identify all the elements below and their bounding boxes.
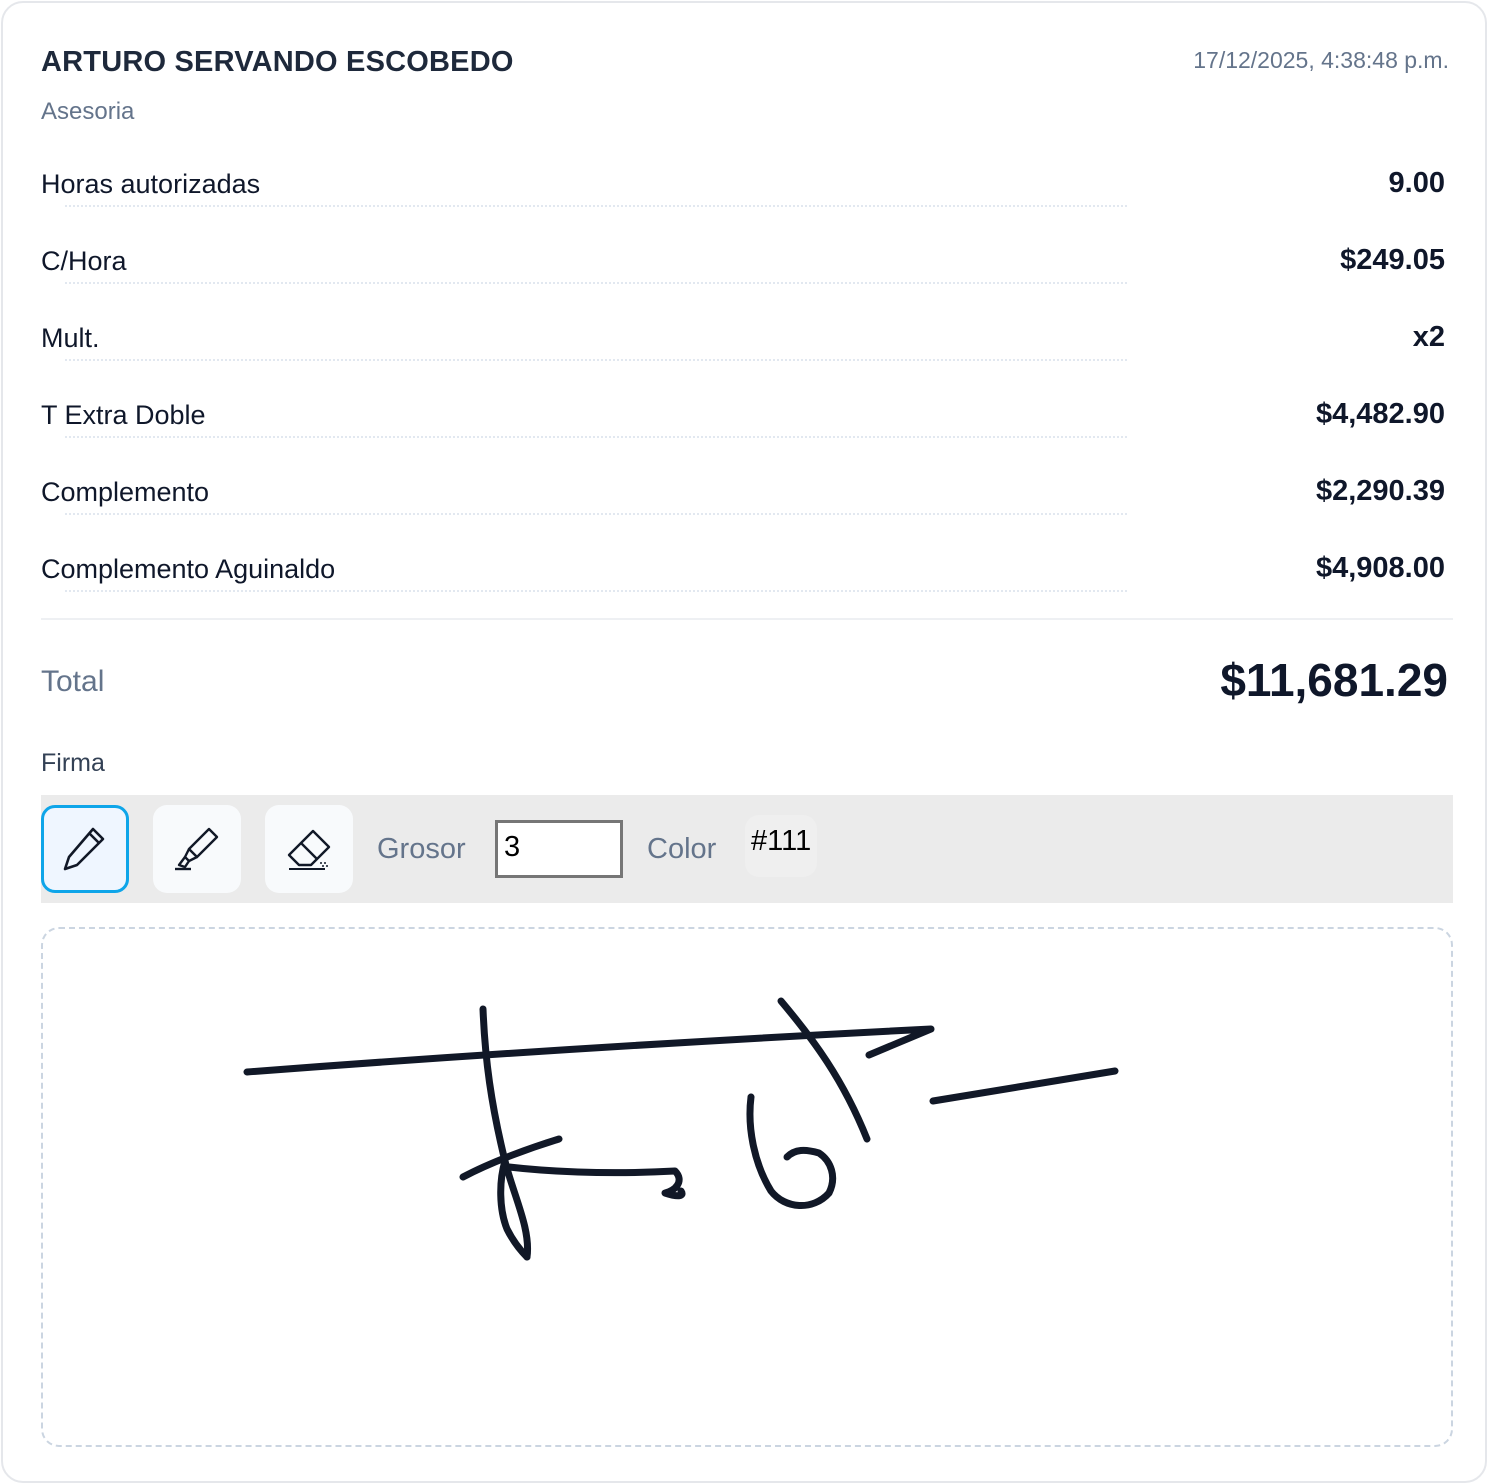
row-label: Horas autorizadas: [41, 169, 261, 199]
grosor-label: Grosor: [377, 833, 466, 865]
detail-row-horas: Horas autorizadas 9.00: [41, 153, 1453, 230]
total-divider: [41, 618, 1453, 620]
detail-row-complemento: Complemento $2,290.39: [41, 461, 1453, 538]
row-label: T Extra Doble: [41, 400, 206, 430]
signature-toolbar: Grosor 3 Color #111: [41, 795, 1453, 903]
row-value: $4,482.90: [1315, 398, 1445, 430]
payroll-card: ARTURO SERVANDO ESCOBEDO 17/12/2025, 4:3…: [1, 1, 1487, 1483]
detail-row-complemento-aguinaldo: Complemento Aguinaldo $4,908.00: [41, 538, 1453, 615]
row-label: Complemento: [41, 477, 210, 507]
row-value: $4,908.00: [1315, 552, 1445, 584]
timestamp: 17/12/2025, 4:38:48 p.m.: [1193, 47, 1449, 73]
detail-rows: Horas autorizadas 9.00 C/Hora $249.05 Mu…: [41, 153, 1453, 615]
row-value: x2: [1412, 321, 1445, 353]
row-value: $2,290.39: [1315, 475, 1445, 507]
row-leader-divider: [65, 513, 1127, 515]
row-leader-divider: [65, 590, 1127, 592]
row-value: 9.00: [1388, 167, 1445, 199]
detail-row-t-extra-doble: T Extra Doble $4,482.90: [41, 384, 1453, 461]
total-label: Total: [41, 665, 105, 698]
row-label: C/Hora: [41, 246, 127, 276]
signature-drawing: [243, 997, 1119, 1261]
detail-row-mult: Mult. x2: [41, 307, 1453, 384]
total-value: $11,681.29: [1220, 654, 1448, 706]
signature-canvas[interactable]: [41, 927, 1453, 1447]
eraser-tool-button[interactable]: [265, 805, 353, 893]
department-subtitle: Asesoria: [41, 98, 135, 125]
row-label: Complemento Aguinaldo: [41, 554, 336, 584]
pen-icon: [63, 827, 105, 871]
grosor-input[interactable]: 3: [495, 820, 623, 878]
row-leader-divider: [65, 205, 1127, 207]
signature-label: Firma: [41, 749, 105, 777]
row-leader-divider: [65, 282, 1127, 284]
marker-tool-button[interactable]: [153, 805, 241, 893]
eraser-icon: [287, 829, 331, 870]
employee-name: ARTURO SERVANDO ESCOBEDO: [41, 46, 514, 78]
row-leader-divider: [65, 436, 1127, 438]
row-leader-divider: [65, 359, 1127, 361]
marker-icon: [175, 827, 219, 871]
row-label: Mult.: [41, 323, 100, 353]
color-picker[interactable]: #111: [745, 815, 818, 877]
detail-row-c-hora: C/Hora $249.05: [41, 230, 1453, 307]
color-label: Color: [647, 833, 717, 865]
row-value: $249.05: [1340, 244, 1445, 276]
pen-tool-button[interactable]: [41, 805, 129, 893]
